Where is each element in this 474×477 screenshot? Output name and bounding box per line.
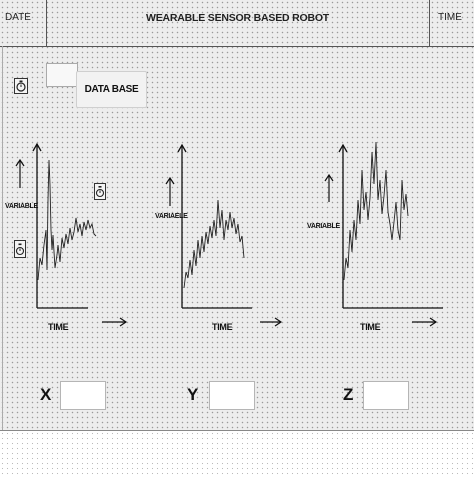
signal-trace: [37, 159, 97, 281]
z-value-field[interactable]: [363, 381, 409, 410]
z-readout-label: Z: [343, 385, 354, 404]
signal-trace: [183, 199, 245, 289]
time-cell: TIME: [430, 0, 474, 46]
status-box: [46, 63, 78, 87]
footer-area: [0, 431, 474, 477]
plot-z: VARIABLE TIME: [300, 140, 474, 340]
stopwatch-icon[interactable]: [14, 78, 28, 94]
plot-z-ylabel: VARIABLE: [307, 223, 340, 230]
database-button[interactable]: DATA BASE: [76, 71, 147, 108]
y-readout-label: Y: [187, 385, 199, 404]
title-cell: WEARABLE SENSOR BASED ROBOT: [46, 0, 430, 46]
plot-x: VARIABLE TIME: [0, 140, 150, 340]
main-window: DATE WEARABLE SENSOR BASED ROBOT TIME DA…: [0, 0, 474, 477]
plot-y-ylabel: VARIAELE: [155, 213, 188, 220]
plot-x-xlabel: TIME: [48, 322, 69, 332]
x-value-field[interactable]: [60, 381, 106, 410]
signal-trace: [343, 141, 409, 281]
plot-z-xlabel: TIME: [360, 322, 381, 332]
app-title: WEARABLE SENSOR BASED ROBOT: [145, 12, 330, 24]
plot-y-xlabel: TIME: [212, 322, 233, 332]
plot-x-ylabel: VARIABLE: [5, 203, 38, 210]
date-cell: DATE: [0, 0, 47, 46]
y-value-field[interactable]: [209, 381, 255, 410]
date-label: DATE: [5, 12, 31, 23]
title-bar: DATE WEARABLE SENSOR BASED ROBOT TIME: [0, 0, 474, 47]
x-readout-label: X: [40, 385, 52, 404]
plot-y: VARIAELE TIME: [150, 140, 300, 340]
time-label: TIME: [438, 12, 462, 23]
